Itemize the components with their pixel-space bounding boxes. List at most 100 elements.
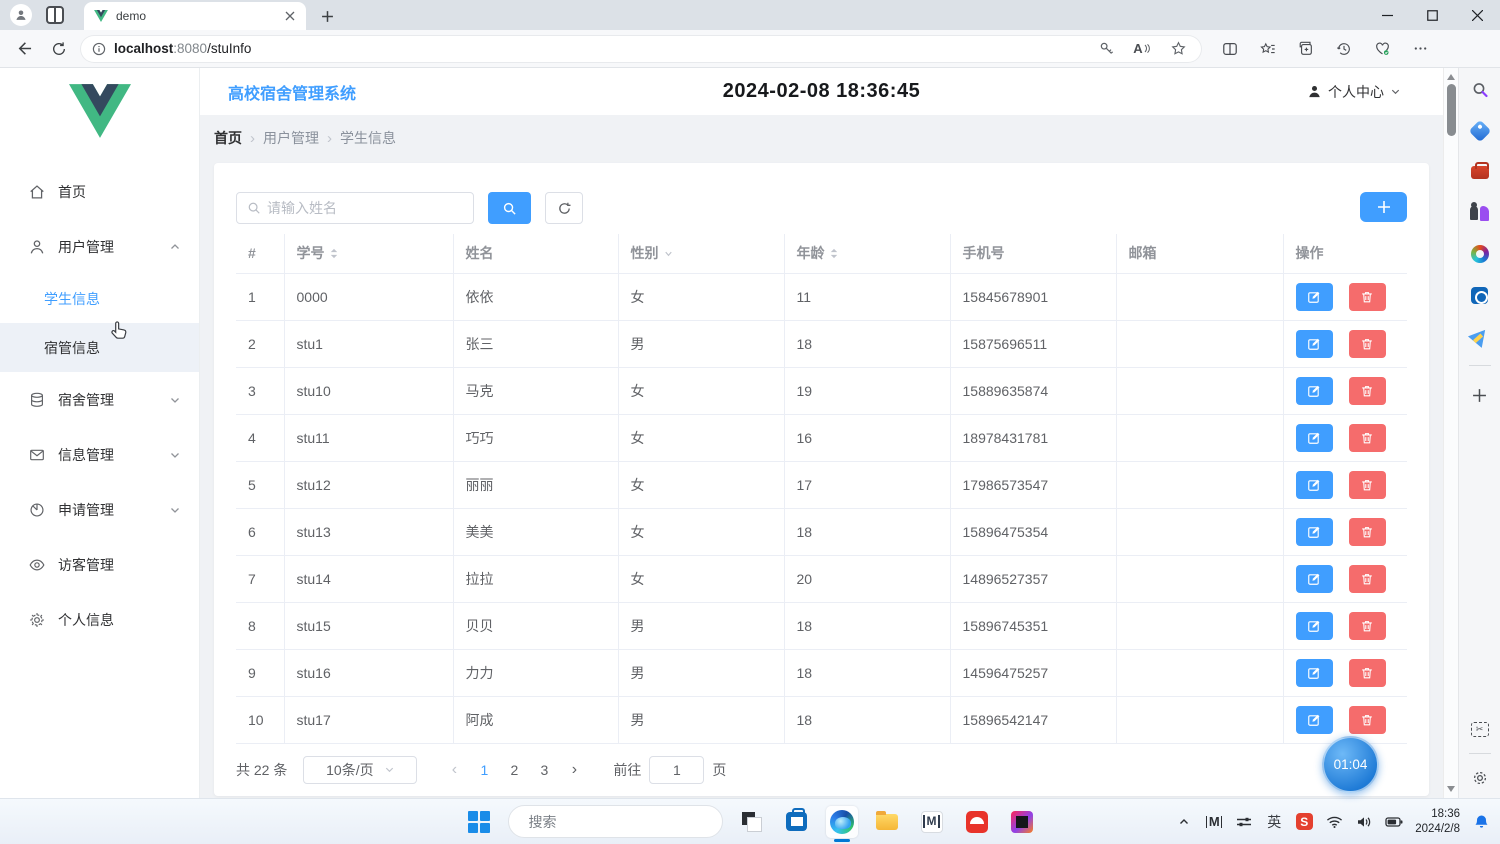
add-sidebar-item-icon[interactable] xyxy=(1468,383,1492,407)
sidebar-item-apply-mgmt[interactable]: 申请管理 xyxy=(0,482,199,537)
sidebar-item-dorm-admin-info[interactable]: 宿管信息 xyxy=(0,323,199,372)
delete-button[interactable] xyxy=(1349,330,1386,358)
address-bar[interactable]: localhost:8080/stuInfo A xyxy=(80,35,1202,63)
start-button[interactable] xyxy=(463,806,495,838)
add-student-button[interactable] xyxy=(1360,192,1407,222)
delete-button[interactable] xyxy=(1349,706,1386,734)
page-button-2[interactable]: 2 xyxy=(499,756,529,784)
browser-tab[interactable]: demo xyxy=(84,2,306,30)
minimize-button[interactable] xyxy=(1365,0,1410,30)
wifi-icon[interactable] xyxy=(1325,810,1343,834)
delete-button[interactable] xyxy=(1349,377,1386,405)
taskbar-clock[interactable]: 18:36 2024/2/8 xyxy=(1415,807,1460,837)
page-button-3[interactable]: 3 xyxy=(529,756,559,784)
drop-icon[interactable] xyxy=(1468,324,1492,348)
shopping-icon[interactable] xyxy=(1468,119,1492,143)
delete-button[interactable] xyxy=(1349,424,1386,452)
col-age[interactable]: 年龄 xyxy=(784,234,950,273)
edit-button[interactable] xyxy=(1296,330,1333,358)
sort-caret-icon[interactable] xyxy=(829,247,839,260)
sort-caret-icon[interactable] xyxy=(329,247,339,260)
edit-button[interactable] xyxy=(1296,424,1333,452)
search-input[interactable] xyxy=(267,200,463,216)
scroll-up-icon[interactable] xyxy=(1444,70,1458,84)
taskbar-app-desktops[interactable] xyxy=(736,806,768,838)
goto-page-input[interactable] xyxy=(649,756,704,784)
edit-button[interactable] xyxy=(1296,471,1333,499)
name-search-field[interactable] xyxy=(236,192,474,224)
scrollbar-thumb[interactable] xyxy=(1447,84,1456,136)
search-button[interactable] xyxy=(488,192,531,224)
filter-chevron-icon[interactable] xyxy=(663,248,674,259)
taskbar-app-marktext[interactable]: M xyxy=(916,806,948,838)
volume-icon[interactable] xyxy=(1355,810,1373,834)
edit-button[interactable] xyxy=(1296,565,1333,593)
tray-sliders-icon[interactable] xyxy=(1235,810,1253,834)
col-student-id[interactable]: 学号 xyxy=(284,234,453,273)
sidebar-item-visitor-mgmt[interactable]: 访客管理 xyxy=(0,537,199,592)
maximize-button[interactable] xyxy=(1410,0,1455,30)
ime-indicator[interactable]: 英 xyxy=(1265,810,1283,834)
delete-button[interactable] xyxy=(1349,612,1386,640)
close-button[interactable] xyxy=(1455,0,1500,30)
browser-essentials-icon[interactable] xyxy=(1368,35,1396,63)
workspaces-icon[interactable] xyxy=(46,6,64,24)
password-key-icon[interactable] xyxy=(1092,35,1120,63)
sidebar-item-user-mgmt[interactable]: 用户管理 xyxy=(0,219,199,274)
page-size-select[interactable]: 10条/页 xyxy=(303,756,417,784)
delete-button[interactable] xyxy=(1349,471,1386,499)
tray-marktext-icon[interactable]: M xyxy=(1205,810,1223,834)
sidebar-settings-icon[interactable] xyxy=(1468,766,1492,790)
delete-button[interactable] xyxy=(1349,518,1386,546)
battery-icon[interactable] xyxy=(1385,810,1403,834)
next-page-button[interactable]: › xyxy=(559,756,589,784)
edit-button[interactable] xyxy=(1296,612,1333,640)
page-button-1[interactable]: 1 xyxy=(469,756,499,784)
taskbar-app-edge[interactable] xyxy=(826,806,858,838)
breadcrumb-home[interactable]: 首页 xyxy=(214,128,242,148)
outlook-icon[interactable] xyxy=(1468,283,1492,307)
favorites-icon[interactable] xyxy=(1254,35,1282,63)
site-info-icon[interactable] xyxy=(92,42,106,56)
sidebar-item-dorm-mgmt[interactable]: 宿舍管理 xyxy=(0,372,199,427)
browser-profile-avatar[interactable] xyxy=(10,4,32,26)
tools-icon[interactable] xyxy=(1468,160,1492,184)
taskbar-app-store[interactable] xyxy=(781,806,813,838)
sidebar-item-home[interactable]: 首页 xyxy=(0,164,199,219)
user-center-menu[interactable]: 个人中心 xyxy=(1307,82,1401,102)
sidebar-item-info-mgmt[interactable]: 信息管理 xyxy=(0,427,199,482)
recording-timer-bubble[interactable]: 01:04 xyxy=(1322,736,1379,793)
back-icon[interactable] xyxy=(8,34,38,64)
edit-button[interactable] xyxy=(1296,518,1333,546)
taskbar-search-input[interactable] xyxy=(529,814,710,830)
collections-icon[interactable] xyxy=(1292,35,1320,63)
scroll-down-icon[interactable] xyxy=(1444,782,1458,796)
delete-button[interactable] xyxy=(1349,659,1386,687)
notifications-bell-icon[interactable] xyxy=(1472,810,1490,834)
page-scrollbar[interactable] xyxy=(1443,68,1458,798)
edit-button[interactable] xyxy=(1296,706,1333,734)
col-gender[interactable]: 性别 xyxy=(618,234,784,273)
tab-close-icon[interactable] xyxy=(282,8,298,24)
edit-button[interactable] xyxy=(1296,377,1333,405)
edit-button[interactable] xyxy=(1296,283,1333,311)
reset-button[interactable] xyxy=(545,192,583,224)
taskbar-app-intellij[interactable] xyxy=(1006,806,1038,838)
split-screen-icon[interactable] xyxy=(1216,35,1244,63)
prev-page-button[interactable]: ‹ xyxy=(439,756,469,784)
more-options-icon[interactable] xyxy=(1406,35,1434,63)
history-icon[interactable] xyxy=(1330,35,1358,63)
taskbar-app-explorer[interactable] xyxy=(871,806,903,838)
new-tab-button[interactable] xyxy=(314,3,340,29)
refresh-icon[interactable] xyxy=(44,34,74,64)
favorite-star-icon[interactable] xyxy=(1164,35,1192,63)
sidebar-search-icon[interactable] xyxy=(1468,78,1492,102)
microsoft365-icon[interactable] xyxy=(1468,242,1492,266)
sidebar-item-personal-info[interactable]: 个人信息 xyxy=(0,592,199,647)
sogou-tray-icon[interactable]: S xyxy=(1295,810,1313,834)
taskbar-app-huawei[interactable] xyxy=(961,806,993,838)
sidebar-item-student-info[interactable]: 学生信息 xyxy=(0,274,199,323)
read-aloud-icon[interactable]: A xyxy=(1128,35,1156,63)
taskbar-search[interactable] xyxy=(508,805,723,838)
delete-button[interactable] xyxy=(1349,565,1386,593)
